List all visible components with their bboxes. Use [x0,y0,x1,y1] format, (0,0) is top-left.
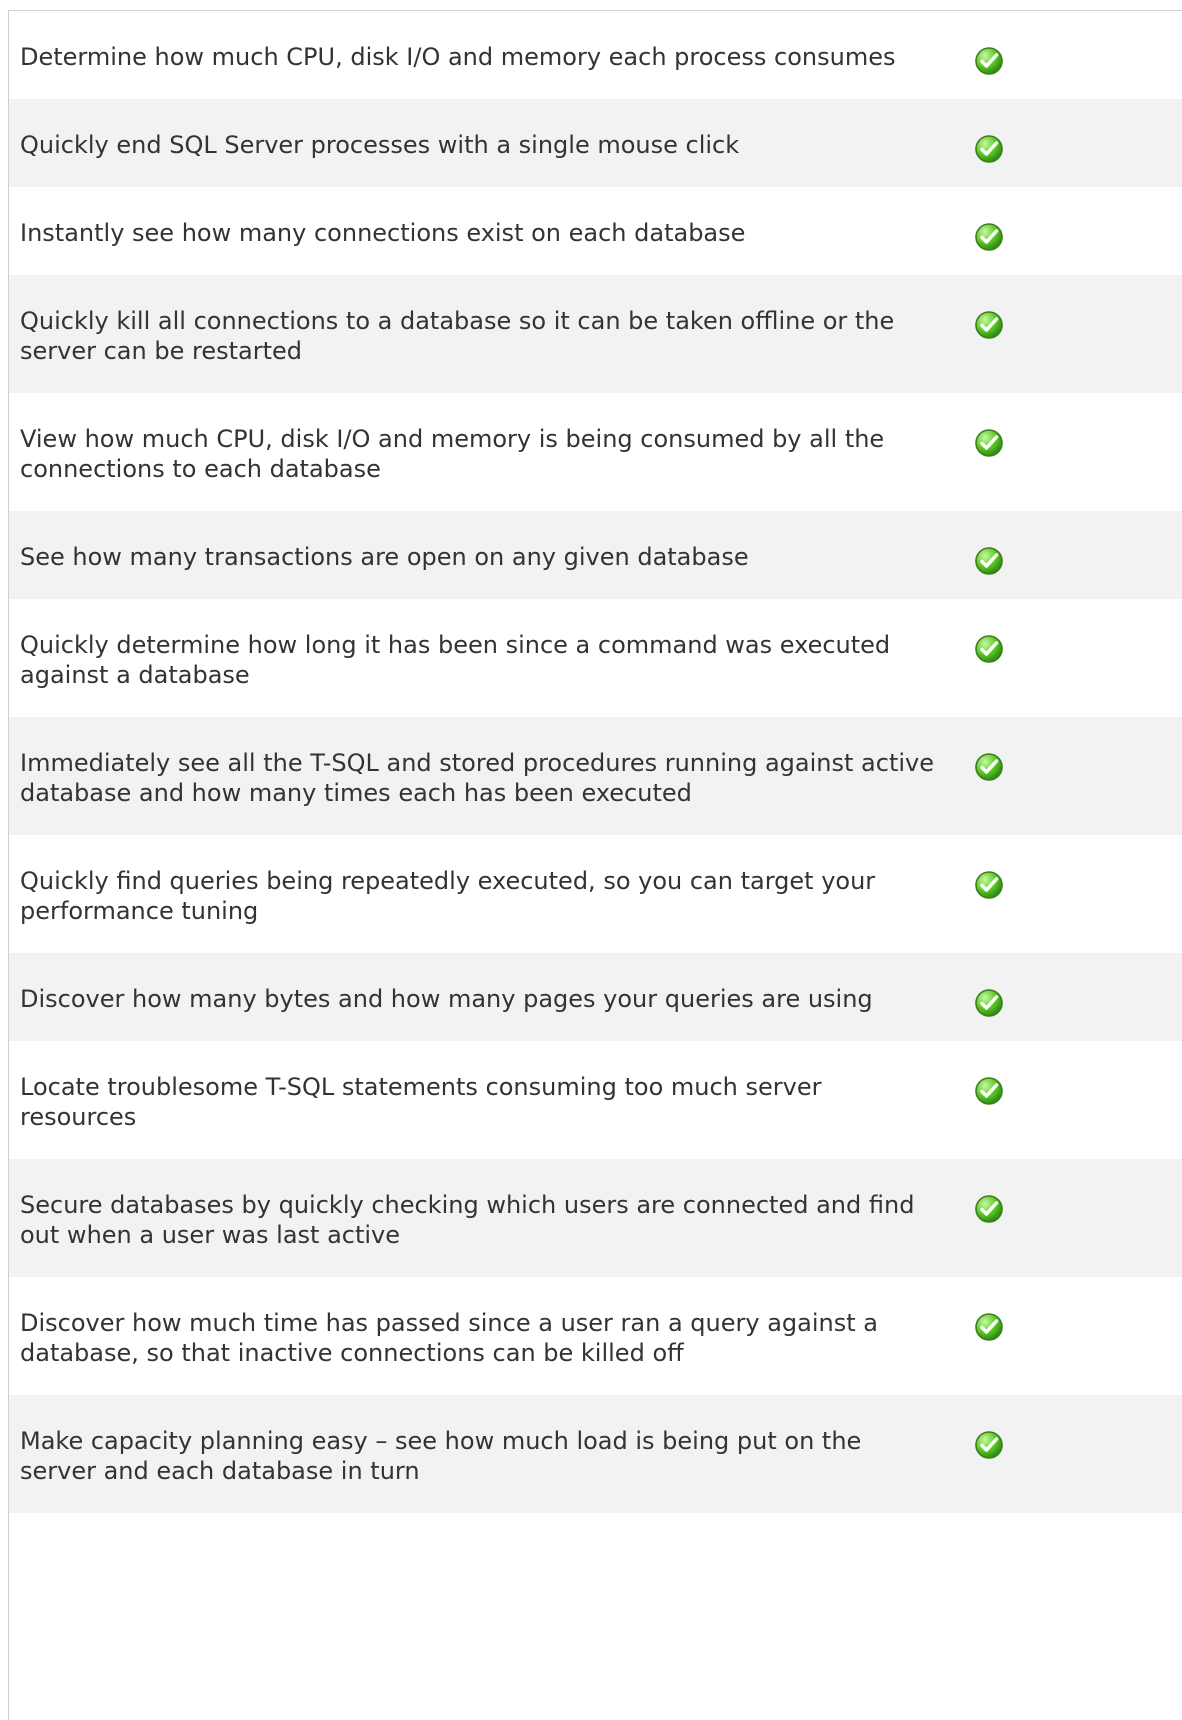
feature-text: Instantly see how many connections exist… [20,219,746,247]
feature-text: See how many transactions are open on an… [20,543,749,571]
green-check-icon [973,751,1005,783]
feature-text: Quickly find queries being repeatedly ex… [20,867,876,925]
table-row: Immediately see all the T-SQL and stored… [9,717,1182,835]
feature-text: Quickly kill all connections to a databa… [20,307,895,365]
table-row: Locate troublesome T-SQL statements cons… [9,1041,1182,1159]
feature-text: View how much CPU, disk I/O and memory i… [20,425,885,483]
feature-text: Discover how much time has passed since … [20,1309,878,1367]
green-check-icon [973,133,1005,165]
green-check-icon [973,45,1005,77]
green-check-icon [973,1311,1005,1343]
green-check-icon [973,427,1005,459]
table-row: See how many transactions are open on an… [9,511,1182,599]
feature-text: Immediately see all the T-SQL and stored… [20,749,934,807]
table-row: Quickly kill all connections to a databa… [9,275,1182,393]
table-row: Make capacity planning easy – see how mu… [9,1395,1182,1513]
green-check-icon [973,1193,1005,1225]
table-row: Quickly find queries being repeatedly ex… [9,835,1182,953]
table-row: Determine how much CPU, disk I/O and mem… [9,11,1182,99]
feature-table: Determine how much CPU, disk I/O and mem… [8,10,1182,1720]
feature-text: Secure databases by quickly checking whi… [20,1191,915,1249]
table-row: Instantly see how many connections exist… [9,187,1182,275]
green-check-icon [973,987,1005,1019]
table-row: Discover how much time has passed since … [9,1277,1182,1395]
table-row: Quickly determine how long it has been s… [9,599,1182,717]
feature-text: Determine how much CPU, disk I/O and mem… [20,43,896,71]
green-check-icon [973,1429,1005,1461]
feature-text: Locate troublesome T-SQL statements cons… [20,1073,822,1131]
green-check-icon [973,545,1005,577]
green-check-icon [973,309,1005,341]
green-check-icon [973,633,1005,665]
table-row: Secure databases by quickly checking whi… [9,1159,1182,1277]
green-check-icon [973,869,1005,901]
feature-text: Discover how many bytes and how many pag… [20,985,873,1013]
feature-text: Quickly end SQL Server processes with a … [20,131,740,159]
feature-text: Make capacity planning easy – see how mu… [20,1427,862,1485]
green-check-icon [973,221,1005,253]
table-row: View how much CPU, disk I/O and memory i… [9,393,1182,511]
green-check-icon [973,1075,1005,1107]
page: Determine how much CPU, disk I/O and mem… [0,0,1182,1720]
table-row: Quickly end SQL Server processes with a … [9,99,1182,187]
table-row: Discover how many bytes and how many pag… [9,953,1182,1041]
feature-text: Quickly determine how long it has been s… [20,631,891,689]
